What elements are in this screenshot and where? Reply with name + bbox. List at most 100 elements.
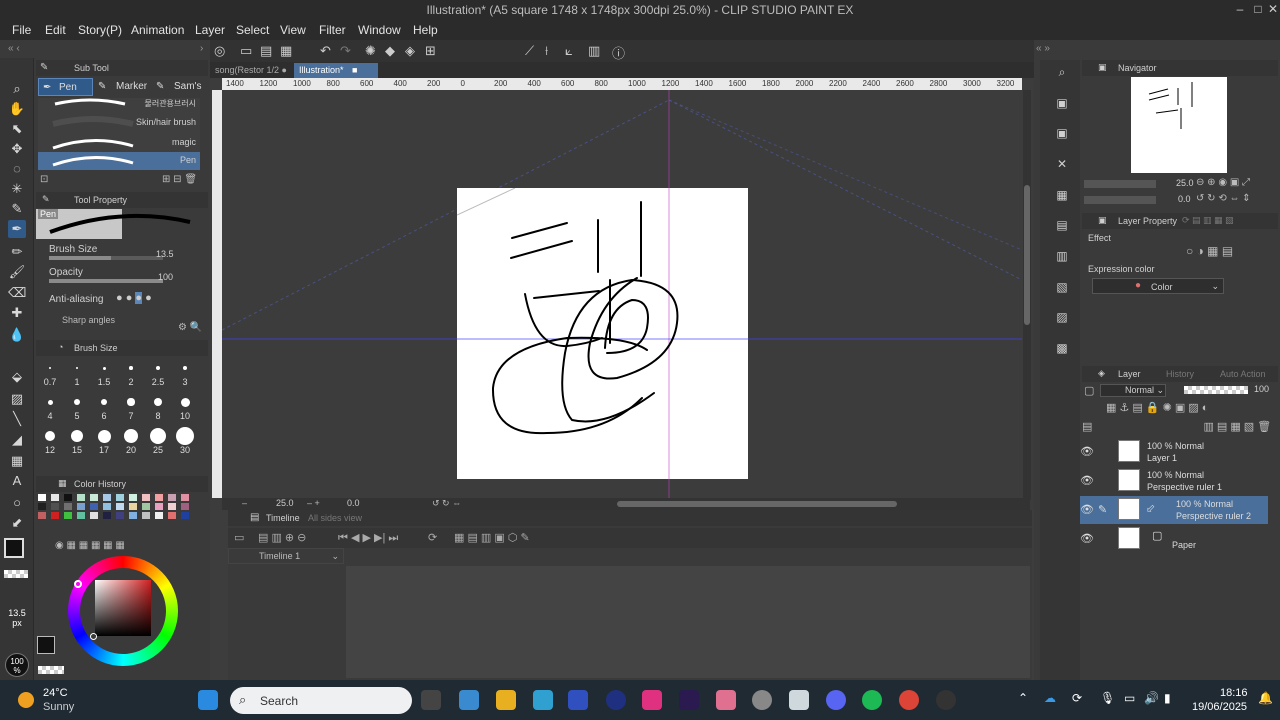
color-swatch[interactable] bbox=[77, 494, 85, 501]
color-swatch[interactable] bbox=[116, 494, 124, 501]
blend-mode-select[interactable]: Normal ⌄ bbox=[1100, 384, 1166, 397]
layer-toolbar[interactable]: ▦ ⚓ ▤ 🔒 ✺ ▣ ▨ ◐ bbox=[1106, 401, 1208, 414]
color-swatch[interactable] bbox=[64, 512, 72, 519]
brush-size-dot[interactable] bbox=[45, 431, 55, 441]
text-tool-icon[interactable]: A bbox=[8, 472, 26, 490]
pencil-tool-icon[interactable]: ✏ bbox=[8, 243, 26, 261]
task-view-icon[interactable] bbox=[421, 690, 441, 710]
menu-story[interactable]: Story(P) bbox=[78, 23, 122, 37]
layer-actions[interactable]: ▤ ▥ ▤ ▦ ▧ 🗑 bbox=[1082, 420, 1271, 433]
layer-opacity-slider[interactable] bbox=[1184, 386, 1248, 394]
color-swatch[interactable] bbox=[90, 494, 98, 501]
color-swatch[interactable] bbox=[51, 512, 59, 519]
canvas-paper[interactable] bbox=[456, 187, 748, 479]
brush-size-dot[interactable] bbox=[47, 399, 53, 405]
brush-size-dot[interactable] bbox=[71, 430, 83, 442]
special-ruler-icon[interactable]: ⟊ bbox=[545, 43, 548, 59]
help-icon[interactable]: ⓘ bbox=[612, 43, 625, 62]
weather-desc[interactable]: Sunny bbox=[43, 701, 74, 713]
brush-size-label[interactable]: 1.5 bbox=[91, 377, 117, 387]
navigator-rotate-icons[interactable]: ↺ ↻ ⟲ ⇔ ⇕ bbox=[1196, 193, 1251, 204]
ruler-tool-icon[interactable]: ▦ bbox=[8, 452, 26, 470]
chevron-down-icon[interactable]: ⌄ bbox=[331, 551, 339, 562]
taskbar-search[interactable]: ⌕ Search bbox=[230, 687, 412, 714]
spotify-icon[interactable] bbox=[862, 690, 882, 710]
navigator-zoom-slider[interactable] bbox=[1084, 180, 1156, 188]
brush-size-label[interactable]: 17 bbox=[91, 445, 117, 455]
layer-property-tabs[interactable]: ⟳ ▤ ▥ ▦ ▧ bbox=[1182, 215, 1234, 226]
brush-size-value[interactable]: 13.5 bbox=[156, 249, 174, 259]
taskbar-date[interactable]: 19/06/2025 bbox=[1192, 701, 1247, 713]
close-button[interactable]: ✕ bbox=[1265, 2, 1280, 18]
brush-size-label[interactable]: 30 bbox=[172, 445, 198, 455]
collapse-left-icon[interactable]: « ‹ bbox=[8, 43, 20, 54]
brush-size-label[interactable]: 3 bbox=[172, 377, 198, 387]
brush-size-dot[interactable] bbox=[124, 429, 138, 443]
brush-size-slider[interactable] bbox=[49, 256, 163, 260]
color-swatch[interactable] bbox=[181, 494, 189, 501]
color-swatch[interactable] bbox=[129, 503, 137, 510]
transform-icon[interactable]: ⊞ bbox=[425, 43, 436, 59]
brush-size-label[interactable]: 10 bbox=[172, 411, 198, 421]
color-swatch[interactable] bbox=[142, 512, 150, 519]
gradient-tool-icon[interactable]: ▨ bbox=[8, 390, 26, 408]
network-icon[interactable]: ▭ bbox=[1124, 691, 1135, 705]
color-swatch[interactable] bbox=[38, 512, 46, 519]
playback-controls[interactable]: ⏮ ◀ ▶ ▶| ⏭ bbox=[338, 531, 398, 545]
canvas-angle-value[interactable]: 0.0 bbox=[347, 498, 360, 508]
visibility-eye-icon[interactable]: 👁 bbox=[1080, 503, 1094, 516]
color-swatch[interactable] bbox=[64, 503, 72, 510]
sub-tool-tab-sams[interactable]: ✎Sam's F bbox=[154, 78, 206, 110]
menu-window[interactable]: Window bbox=[358, 23, 401, 37]
color-swatch[interactable] bbox=[142, 494, 150, 501]
layer-row-selected[interactable]: 👁 ✎ ⬃ 100 % Normal Perspective ruler 2 bbox=[1080, 496, 1268, 524]
hand-tool-icon[interactable]: ✋ bbox=[8, 100, 26, 118]
color-swatch[interactable] bbox=[90, 503, 98, 510]
app-icon-2[interactable] bbox=[606, 690, 626, 710]
settings-icon[interactable]: ▥ bbox=[588, 43, 600, 59]
menu-view[interactable]: View bbox=[280, 23, 306, 37]
brush-size-dot[interactable] bbox=[127, 398, 135, 406]
material-3d-icon[interactable]: ▨ bbox=[1052, 308, 1072, 326]
color-swatch[interactable] bbox=[168, 494, 176, 501]
color-swatch[interactable] bbox=[129, 494, 137, 501]
brush-size-dot[interactable] bbox=[49, 367, 51, 369]
windows-start-icon[interactable] bbox=[198, 690, 218, 710]
timeline-track-name[interactable]: Timeline 1 bbox=[259, 551, 300, 561]
color-swatch[interactable] bbox=[142, 503, 150, 510]
color-swatch[interactable] bbox=[181, 512, 189, 519]
brush-size-label[interactable]: 5 bbox=[64, 411, 90, 421]
document-tab[interactable]: song(Restor 1/2 ● bbox=[210, 63, 290, 78]
material-icon[interactable]: ▣ bbox=[1052, 94, 1072, 112]
current-color-swatch[interactable] bbox=[37, 636, 55, 654]
clip-studio-icon[interactable]: ◎ bbox=[214, 43, 225, 59]
brush-size-label[interactable]: 4 bbox=[37, 411, 63, 421]
transparent-color-swatch[interactable] bbox=[4, 570, 28, 578]
brush-size-label[interactable]: 12 bbox=[37, 445, 63, 455]
navigator-preview[interactable] bbox=[1131, 77, 1227, 173]
brush-size-dot[interactable] bbox=[102, 366, 106, 370]
color-swatch[interactable] bbox=[64, 494, 72, 501]
pen-tool-icon[interactable]: ✒ bbox=[8, 220, 26, 238]
sub-tool-tab-pen[interactable]: ✒ Pen bbox=[38, 78, 93, 96]
brush-size-dot[interactable] bbox=[154, 398, 162, 406]
balloon-tool-icon[interactable]: ○ bbox=[8, 494, 26, 512]
visibility-eye-icon[interactable]: 👁 bbox=[1080, 445, 1094, 458]
brush-size-label[interactable]: 25 bbox=[145, 445, 171, 455]
canvas-vscrollbar[interactable] bbox=[1023, 90, 1031, 500]
taskbar-time[interactable]: 18:16 bbox=[1220, 687, 1248, 699]
menu-layer[interactable]: Layer bbox=[195, 23, 225, 37]
brush-size-label[interactable]: 2 bbox=[118, 377, 144, 387]
sub-tool-settings-icon[interactable]: ⊡ bbox=[40, 174, 48, 185]
brush-size-dot[interactable] bbox=[150, 428, 166, 444]
visibility-eye-icon[interactable]: 👁 bbox=[1080, 532, 1094, 545]
battery-icon[interactable]: ▮ bbox=[1164, 691, 1171, 705]
zoom-tool-icon[interactable]: ⌕ bbox=[8, 80, 26, 98]
opacity-value[interactable]: 100 bbox=[158, 272, 173, 282]
correct-line-tool-icon[interactable]: ⬋ bbox=[8, 514, 26, 532]
menu-help[interactable]: Help bbox=[413, 23, 438, 37]
brush-item[interactable]: magic bbox=[38, 134, 200, 152]
app-icon[interactable] bbox=[568, 690, 588, 710]
antialiasing-options[interactable]: ● ● ● ● bbox=[116, 292, 192, 306]
expression-color-select[interactable]: ● Color ⌄ bbox=[1092, 278, 1224, 294]
